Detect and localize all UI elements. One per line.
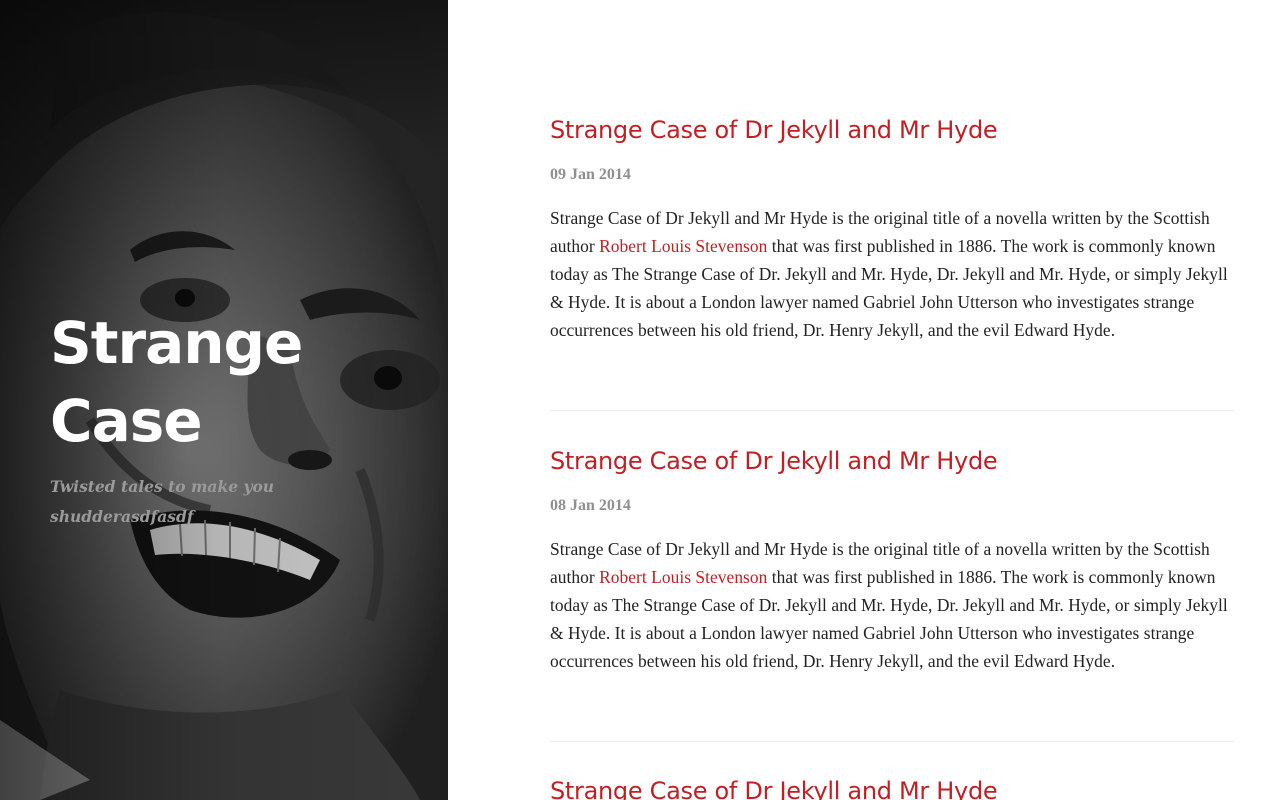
post-excerpt: Strange Case of Dr Jekyll and Mr Hyde is… — [550, 204, 1234, 344]
post-divider — [550, 410, 1234, 411]
author-link[interactable]: Robert Louis Stevenson — [599, 567, 767, 587]
post-excerpt: Strange Case of Dr Jekyll and Mr Hyde is… — [550, 535, 1234, 675]
post-date: 08 Jan 2014 — [550, 497, 631, 514]
hero-panel: Strange Case Twisted tales to make you s… — [0, 0, 448, 800]
hero-text: Strange Case Twisted tales to make you s… — [50, 304, 410, 532]
post-item: Strange Case of Dr Jekyll and Mr Hyde — [550, 775, 1234, 800]
post-title[interactable]: Strange Case of Dr Jekyll and Mr Hyde — [550, 775, 1234, 800]
post-list: Strange Case of Dr Jekyll and Mr Hyde 09… — [550, 0, 1234, 800]
post-title[interactable]: Strange Case of Dr Jekyll and Mr Hyde — [550, 445, 1234, 477]
post-item: Strange Case of Dr Jekyll and Mr Hyde 08… — [550, 445, 1234, 671]
page: Strange Case Twisted tales to make you s… — [0, 0, 1280, 800]
post-item: Strange Case of Dr Jekyll and Mr Hyde 09… — [550, 114, 1234, 340]
author-link[interactable]: Robert Louis Stevenson — [599, 236, 767, 256]
site-title[interactable]: Strange Case — [50, 304, 303, 460]
site-tagline: Twisted tales to make you shudderasdfasd… — [50, 477, 275, 526]
post-divider — [550, 741, 1234, 742]
post-date: 09 Jan 2014 — [550, 166, 631, 183]
post-title[interactable]: Strange Case of Dr Jekyll and Mr Hyde — [550, 114, 1234, 146]
